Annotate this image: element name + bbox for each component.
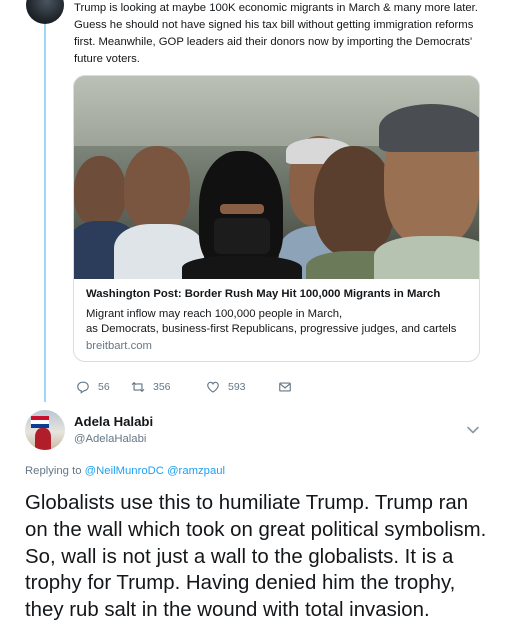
like-button[interactable]: 593 <box>206 380 278 394</box>
reply-button[interactable]: 56 <box>76 380 131 394</box>
card-description: Migrant inflow may reach 100,000 people … <box>86 307 476 337</box>
card-title: Washington Post: Border Rush May Hit 100… <box>86 288 441 300</box>
card-image <box>74 76 479 279</box>
message-button[interactable] <box>278 380 292 394</box>
retweet-count: 356 <box>153 381 171 393</box>
mention-link[interactable]: @NeilMunroDC <box>85 465 164 477</box>
mention-link[interactable]: @ramzpaul <box>167 465 225 477</box>
tweet-actions: 56 356 593 <box>76 378 292 396</box>
replying-to: Replying to @NeilMunroDC @ramzpaul <box>25 465 225 477</box>
card-description-line: Migrant inflow may reach 100,000 people … <box>86 308 343 320</box>
thread-line <box>44 24 46 402</box>
retweet-icon <box>131 382 145 392</box>
chevron-down-icon[interactable] <box>466 425 480 435</box>
replying-label: Replying to <box>25 465 82 477</box>
card-description-line: as Democrats, business-first Republicans… <box>86 323 457 335</box>
quoted-tweet-text: Trump is looking at maybe 100K economic … <box>74 2 478 65</box>
reply-author-name[interactable]: Adela Halabi <box>74 414 153 429</box>
reply-author-avatar[interactable] <box>25 410 65 450</box>
like-icon <box>207 381 219 393</box>
quoted-author-avatar[interactable] <box>26 0 64 24</box>
reply-icon <box>77 381 89 394</box>
retweet-button[interactable]: 356 <box>131 380 206 394</box>
message-icon <box>279 382 291 392</box>
reply-author-handle[interactable]: @AdelaHalabi <box>74 433 146 445</box>
like-count: 593 <box>228 381 246 393</box>
reply-count: 56 <box>98 381 110 393</box>
reply-tweet-text: Globalists use this to humiliate Trump. … <box>25 492 487 622</box>
link-card[interactable]: Washington Post: Border Rush May Hit 100… <box>73 75 480 362</box>
card-domain: breitbart.com <box>86 340 152 352</box>
